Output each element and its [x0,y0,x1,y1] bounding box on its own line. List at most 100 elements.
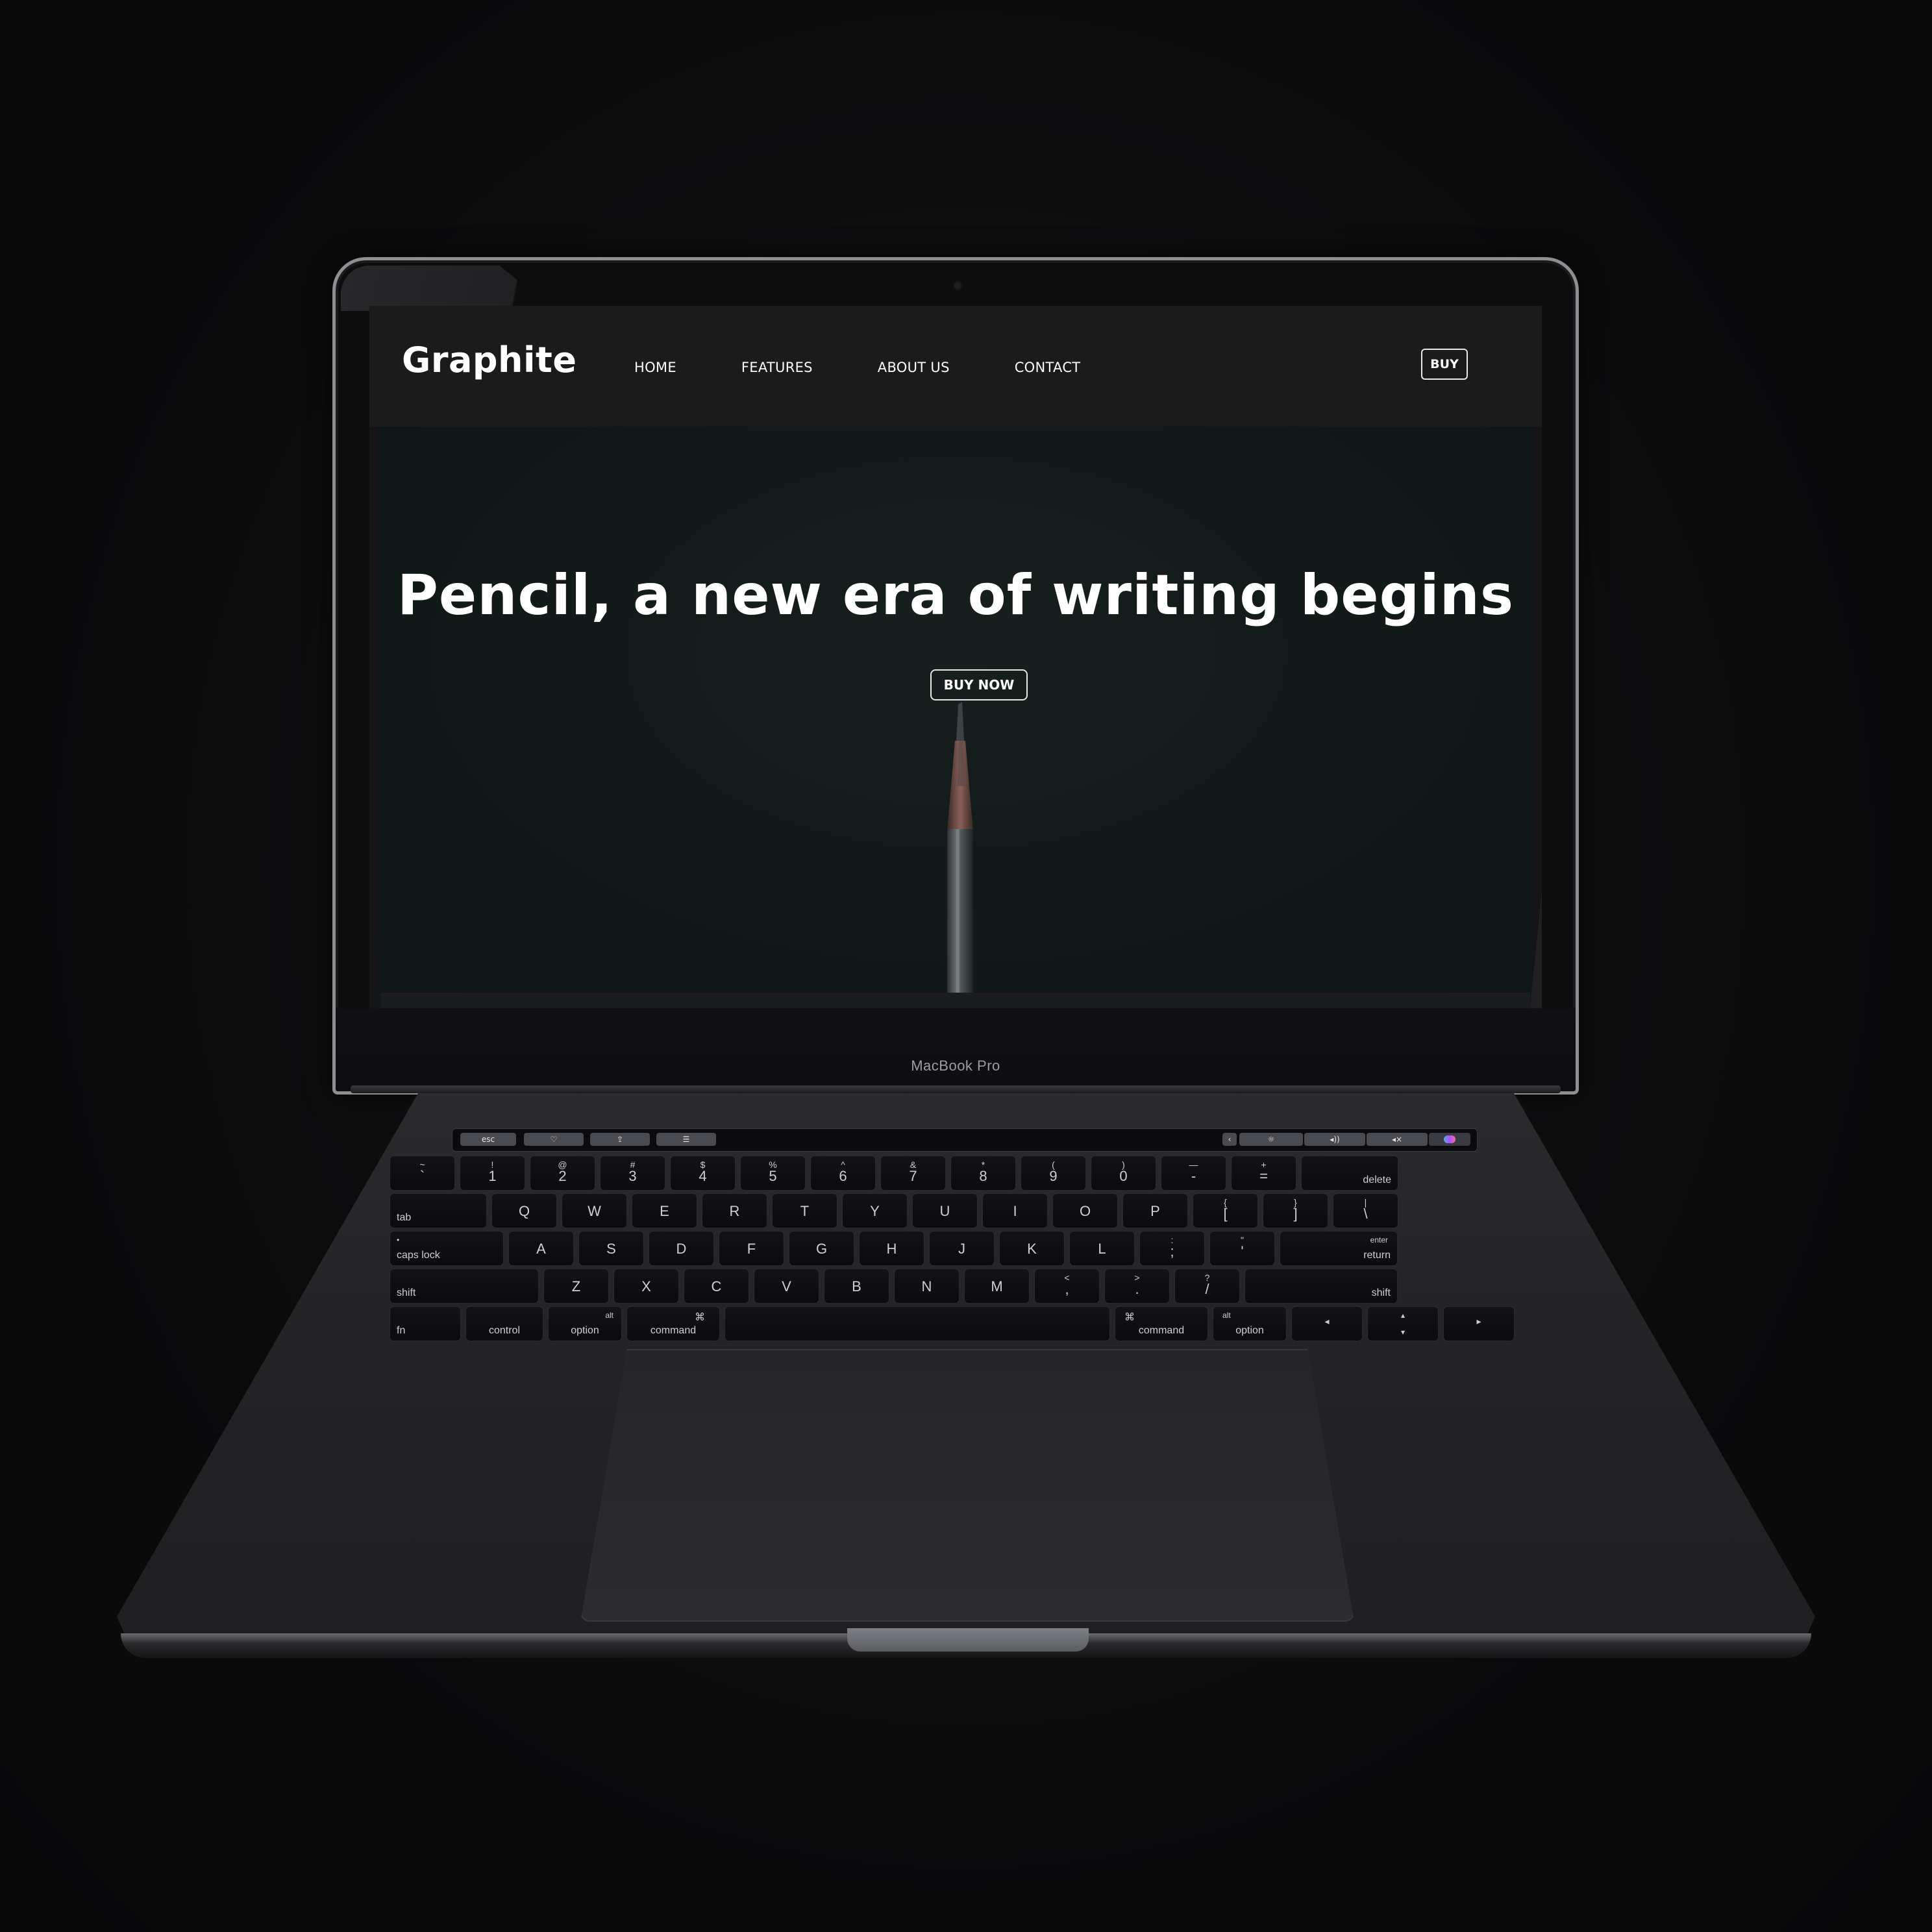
number-row: ~ ` ! 1 @2 #3 $4 % 5 ^ 6 & 7 * 8 (9 ) 0 — - + = d… [390,1156,1403,1191]
key-control[interactable]: control [465,1306,543,1341]
key-tab[interactable]: tab [390,1193,487,1228]
site-logo[interactable]: Graphite [402,340,576,380]
key-5[interactable]: % 5 [740,1156,806,1191]
key-9[interactable]: (9 [1021,1156,1086,1191]
key-f[interactable]: F [719,1231,784,1266]
key-r[interactable]: R [702,1193,767,1228]
key-return[interactable]: enter return [1280,1231,1398,1266]
key-s[interactable]: S [578,1231,644,1266]
mute-icon[interactable]: ◂× [1367,1133,1428,1146]
key-backtick[interactable]: ~ ` [390,1156,455,1191]
key-0[interactable]: ) 0 [1091,1156,1156,1191]
key-2[interactable]: @2 [530,1156,595,1191]
site-navbar: Graphite HOME FEATURES ABOUT US CONTACT … [369,306,1542,427]
camera-icon [953,281,962,290]
keyboard: esc ♡ ⇪ ☰ ‹ ☼ ◂)) ◂× ~ ` ! 1 @2 #3 $4 % 5 ^… [390,1128,1539,1343]
key-option-left[interactable]: alt option [548,1306,622,1341]
share-icon[interactable]: ⇪ [590,1133,650,1146]
buy-now-button[interactable]: BUY NOW [930,669,1028,700]
key-7[interactable]: & 7 [880,1156,946,1191]
key-n[interactable]: N [894,1269,960,1304]
lid-chin: MacBook Pro [336,1008,1576,1091]
key-y[interactable]: Y [842,1193,908,1228]
chevron-left-icon[interactable]: ‹ [1222,1133,1237,1146]
key-i[interactable]: I [982,1193,1048,1228]
key-command-left[interactable]: ⌘ command [626,1306,720,1341]
key-d[interactable]: D [649,1231,714,1266]
key-g[interactable]: G [789,1231,854,1266]
key-6[interactable]: ^ 6 [810,1156,876,1191]
key-c[interactable]: C [684,1269,749,1304]
key-m[interactable]: M [964,1269,1030,1304]
hero-title: Pencil, a new era of writing begins [397,563,1515,628]
key-delete[interactable]: delete [1301,1156,1398,1191]
bottom-letter-row: shift Z X C V B N M <, >. ? / shift [390,1269,1402,1304]
arrow-right-icon[interactable]: ▸ [1443,1306,1515,1341]
key-equals[interactable]: + = [1231,1156,1296,1191]
key-space[interactable] [724,1306,1110,1341]
hinge [351,1085,1561,1093]
key-command-right[interactable]: ⌘ command [1115,1306,1208,1341]
bezel-glare [341,266,555,311]
caps-lock-indicator-icon: • [397,1235,400,1245]
key-open-bracket[interactable]: {[ [1193,1193,1258,1228]
key-o[interactable]: O [1052,1193,1118,1228]
key-caps-lock[interactable]: • caps lock [390,1231,504,1266]
key-quote[interactable]: " ' [1209,1231,1275,1266]
key-v[interactable]: V [754,1269,819,1304]
pencil-image [947,702,973,993]
key-x[interactable]: X [613,1269,679,1304]
siri-icon[interactable] [1429,1133,1470,1146]
qwerty-row: tab Q W E R T Y U I O P {[ }] | \ [390,1193,1403,1228]
key-fn[interactable]: fn [390,1306,461,1341]
key-minus[interactable]: — - [1161,1156,1226,1191]
key-w[interactable]: W [562,1193,627,1228]
key-a[interactable]: A [508,1231,574,1266]
nav-link-home[interactable]: HOME [634,360,676,375]
sliders-icon[interactable]: ☰ [656,1133,716,1146]
brightness-icon[interactable]: ☼ [1239,1133,1303,1146]
key-e[interactable]: E [632,1193,697,1228]
key-t[interactable]: T [772,1193,837,1228]
key-shift-right[interactable]: shift [1245,1269,1398,1304]
lid-opening-notch [847,1628,1089,1652]
key-1[interactable]: ! 1 [460,1156,525,1191]
key-3[interactable]: #3 [600,1156,665,1191]
key-u[interactable]: U [912,1193,978,1228]
nav-link-contact[interactable]: CONTACT [1015,360,1081,375]
key-backslash[interactable]: | \ [1333,1193,1398,1228]
esc-key[interactable]: esc [460,1133,516,1146]
heart-icon[interactable]: ♡ [524,1133,584,1146]
nav-link-features[interactable]: FEATURES [741,360,813,375]
key-4[interactable]: $4 [670,1156,736,1191]
key-period[interactable]: >. [1104,1269,1170,1304]
key-b[interactable]: B [824,1269,889,1304]
key-semicolon[interactable]: :; [1139,1231,1205,1266]
key-option-right[interactable]: alt option [1213,1306,1287,1341]
key-comma[interactable]: <, [1034,1269,1100,1304]
key-q[interactable]: Q [491,1193,557,1228]
laptop-lid: Graphite HOME FEATURES ABOUT US CONTACT … [332,257,1579,1095]
key-z[interactable]: Z [543,1269,609,1304]
key-j[interactable]: J [929,1231,995,1266]
key-shift-left[interactable]: shift [390,1269,539,1304]
arrow-up-down-icon[interactable]: ▴ ▾ [1367,1306,1439,1341]
nav-links: HOME FEATURES ABOUT US CONTACT [634,360,1145,375]
nav-link-about-us[interactable]: ABOUT US [878,360,950,375]
device-label: MacBook Pro [911,1058,1000,1074]
arrow-left-icon[interactable]: ◂ [1291,1306,1363,1341]
home-row: • caps lock A S D F G H J K L :; " ' enter… [390,1231,1402,1266]
key-slash[interactable]: ? / [1174,1269,1240,1304]
key-k[interactable]: K [999,1231,1065,1266]
key-l[interactable]: L [1069,1231,1135,1266]
volume-up-icon[interactable]: ◂)) [1304,1133,1365,1146]
trackpad[interactable] [580,1349,1354,1622]
key-close-bracket[interactable]: }] [1263,1193,1328,1228]
key-p[interactable]: P [1122,1193,1188,1228]
buy-button[interactable]: BUY [1421,349,1468,380]
screen: Graphite HOME FEATURES ABOUT US CONTACT … [369,306,1542,1046]
touch-bar[interactable]: esc ♡ ⇪ ☰ ‹ ☼ ◂)) ◂× [452,1128,1478,1152]
key-h[interactable]: H [859,1231,924,1266]
hero-section: Pencil, a new era of writing begins BUY … [381,427,1530,993]
key-8[interactable]: * 8 [950,1156,1016,1191]
